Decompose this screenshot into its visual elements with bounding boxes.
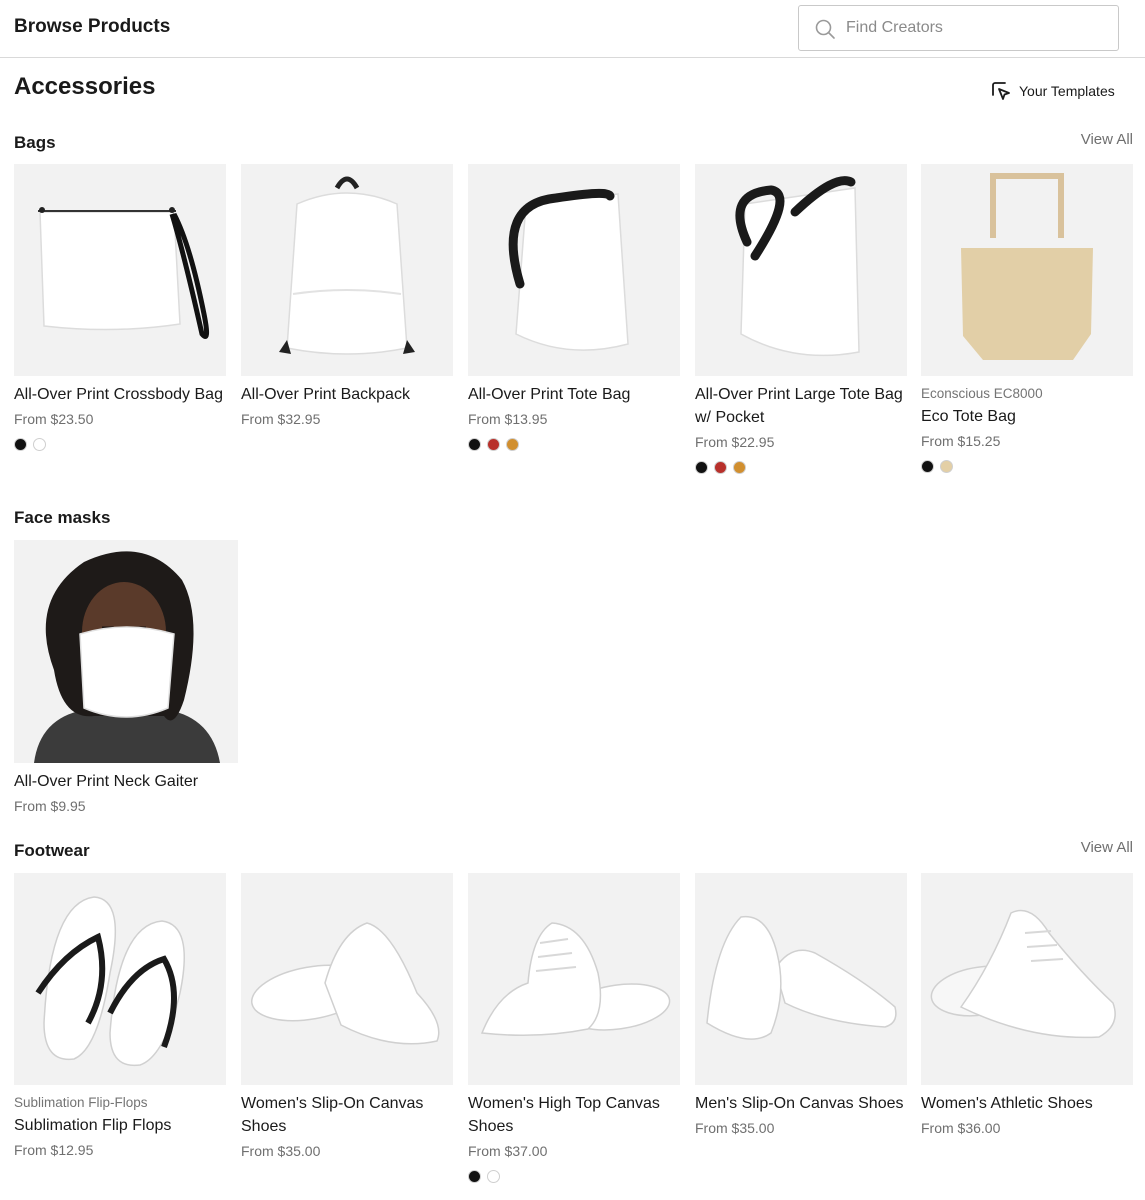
product-price: From $23.50 <box>14 411 94 427</box>
eco-tote-bag-image <box>961 173 1093 360</box>
product-name[interactable]: All-Over Print Tote Bag <box>468 383 680 406</box>
section-title-face-masks: Face masks <box>14 508 111 527</box>
product-name[interactable]: Eco Tote Bag <box>921 405 1133 428</box>
product-brand: Econscious EC8000 <box>921 386 1043 401</box>
womens-high-top-image <box>480 922 671 1036</box>
product-image[interactable] <box>241 873 453 1085</box>
product-name[interactable]: All-Over Print Crossbody Bag <box>14 383 226 406</box>
backpack-image <box>279 176 415 355</box>
top-bar: Browse Products Find Creators <box>0 0 1145 58</box>
product-image[interactable] <box>921 164 1133 376</box>
color-swatches <box>468 1170 680 1183</box>
product-card-womens-athletic[interactable]: Women's Athletic Shoes From $36.00 <box>921 873 1133 1137</box>
product-name[interactable]: Women's Athletic Shoes <box>921 1092 1133 1115</box>
product-name[interactable]: Women's Slip-On Canvas Shoes <box>241 1092 453 1138</box>
app-title: Browse Products <box>14 16 171 37</box>
product-image[interactable] <box>14 873 226 1085</box>
product-card-crossbody-bag[interactable]: All-Over Print Crossbody Bag From $23.50 <box>14 164 226 451</box>
tote-bag-image <box>508 188 629 351</box>
product-card-flip-flops[interactable]: Sublimation Flip-Flops Sublimation Flip … <box>14 873 226 1159</box>
neck-gaiter-image <box>34 551 220 763</box>
color-swatch-yellow[interactable] <box>733 461 746 474</box>
product-image[interactable] <box>468 164 680 376</box>
color-swatch-white[interactable] <box>33 438 46 451</box>
color-swatches <box>695 461 907 474</box>
search-input[interactable]: Find Creators <box>798 5 1119 51</box>
color-swatch-black[interactable] <box>695 461 708 474</box>
product-image[interactable] <box>241 164 453 376</box>
product-card-womens-high-top[interactable]: Women's High Top Canvas Shoes From $37.0… <box>468 873 680 1183</box>
product-card-large-tote-bag[interactable]: All-Over Print Large Tote Bag w/ Pocket … <box>695 164 907 474</box>
color-swatch-black[interactable] <box>468 438 481 451</box>
footwear-view-all-link[interactable]: View All <box>1081 839 1133 856</box>
product-image[interactable] <box>695 873 907 1085</box>
color-swatch-black[interactable] <box>921 460 934 473</box>
product-card-neck-gaiter[interactable]: All-Over Print Neck Gaiter From $9.95 <box>14 540 238 815</box>
color-swatch-red[interactable] <box>714 461 727 474</box>
product-card-eco-tote-bag[interactable]: Econscious EC8000 Eco Tote Bag From $15.… <box>921 164 1133 473</box>
product-name[interactable]: All-Over Print Neck Gaiter <box>14 770 238 793</box>
product-brand: Sublimation Flip-Flops <box>14 1095 148 1110</box>
section-title-footwear: Footwear <box>14 841 90 860</box>
product-name[interactable]: Men's Slip-On Canvas Shoes <box>695 1092 907 1115</box>
womens-athletic-image <box>930 909 1116 1039</box>
search-placeholder: Find Creators <box>846 19 943 36</box>
search-icon <box>815 19 835 39</box>
product-price: From $15.25 <box>921 433 1001 449</box>
product-image[interactable] <box>14 164 226 376</box>
product-price: From $32.95 <box>241 411 321 427</box>
product-image[interactable] <box>921 873 1133 1085</box>
your-templates-button[interactable]: Your Templates <box>990 79 1115 103</box>
product-price: From $22.95 <box>695 434 775 450</box>
womens-slip-on-image <box>250 922 440 1045</box>
color-swatch-black[interactable] <box>14 438 27 451</box>
color-swatch-white[interactable] <box>487 1170 500 1183</box>
color-swatch-red[interactable] <box>487 438 500 451</box>
flip-flops-image <box>35 896 186 1067</box>
page-title: Accessories <box>14 73 156 100</box>
mens-slip-on-image <box>706 915 897 1040</box>
color-swatch-yellow[interactable] <box>506 438 519 451</box>
your-templates-label: Your Templates <box>1019 83 1115 99</box>
large-tote-bag-image <box>735 176 860 357</box>
product-price: From $12.95 <box>14 1142 94 1158</box>
product-image[interactable] <box>14 540 238 763</box>
section-title-bags: Bags <box>14 133 56 152</box>
product-card-mens-slip-on[interactable]: Men's Slip-On Canvas Shoes From $35.00 <box>695 873 907 1137</box>
product-price: From $9.95 <box>14 798 86 814</box>
product-name[interactable]: All-Over Print Large Tote Bag w/ Pocket <box>695 383 907 429</box>
color-swatches <box>14 438 226 451</box>
product-price: From $13.95 <box>468 411 548 427</box>
color-swatch-black[interactable] <box>468 1170 481 1183</box>
product-name[interactable]: Women's High Top Canvas Shoes <box>468 1092 680 1138</box>
product-price: From $35.00 <box>241 1143 321 1159</box>
product-price: From $36.00 <box>921 1120 1001 1136</box>
product-card-tote-bag[interactable]: All-Over Print Tote Bag From $13.95 <box>468 164 680 451</box>
product-price: From $35.00 <box>695 1120 775 1136</box>
product-card-backpack[interactable]: All-Over Print Backpack From $32.95 <box>241 164 453 428</box>
product-name[interactable]: All-Over Print Backpack <box>241 383 453 406</box>
product-price: From $37.00 <box>468 1143 548 1159</box>
product-image[interactable] <box>695 164 907 376</box>
product-card-womens-slip-on[interactable]: Women's Slip-On Canvas Shoes From $35.00 <box>241 873 453 1160</box>
color-swatches <box>921 460 1133 473</box>
bags-view-all-link[interactable]: View All <box>1081 131 1133 148</box>
product-name[interactable]: Sublimation Flip Flops <box>14 1114 226 1137</box>
cursor-pointer-icon <box>992 82 1010 100</box>
color-swatches <box>468 438 680 451</box>
product-image[interactable] <box>468 873 680 1085</box>
crossbody-bag-image <box>38 207 210 339</box>
color-swatch-natural[interactable] <box>940 460 953 473</box>
